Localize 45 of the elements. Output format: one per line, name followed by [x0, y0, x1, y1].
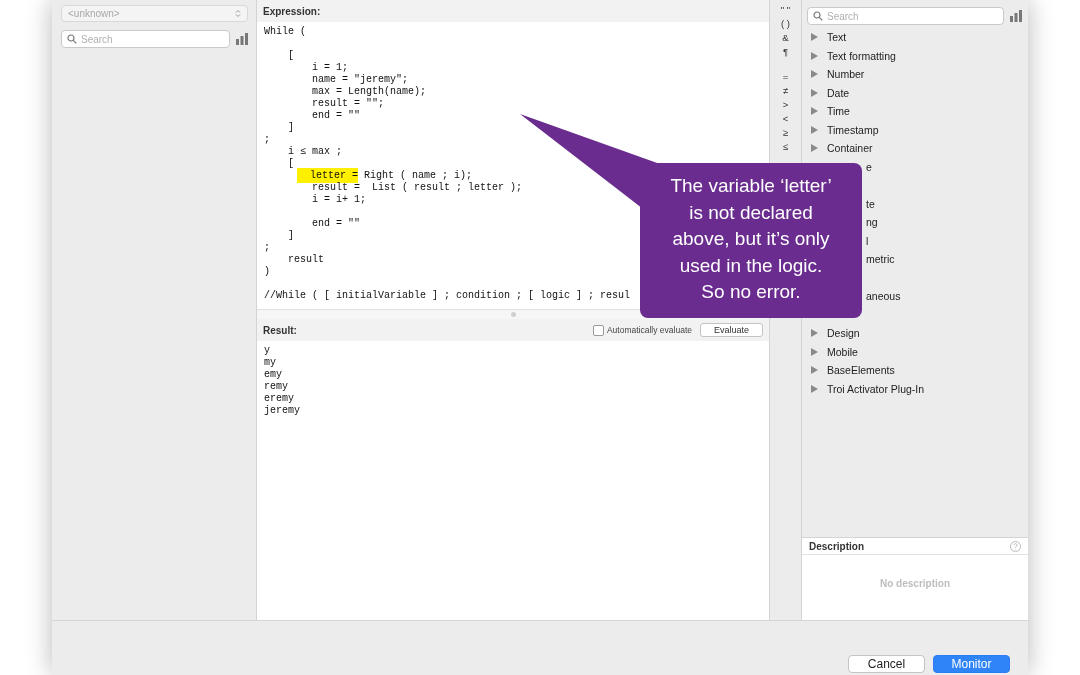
category-label[interactable]: Time: [827, 105, 850, 118]
category-label[interactable]: Troi Activator Plug-In: [827, 382, 925, 395]
disclosure-triangle-icon[interactable]: [811, 144, 818, 153]
evaluate-button[interactable]: Evaluate: [700, 323, 763, 337]
bar-chart-icon[interactable]: [236, 33, 248, 45]
operator-button[interactable]: >: [782, 98, 789, 112]
category-label[interactable]: Number: [827, 68, 865, 81]
category-label[interactable]: l: [866, 234, 869, 247]
category-label[interactable]: BaseElements: [827, 364, 895, 377]
category-label[interactable]: aneous: [866, 290, 901, 303]
operator-button[interactable]: ≠: [782, 84, 789, 98]
category-label[interactable]: e: [866, 160, 872, 173]
category-label[interactable]: Design: [827, 327, 860, 340]
result-heading: Result:: [263, 324, 297, 336]
primary-button[interactable]: Monitor: [933, 655, 1010, 673]
operator-button[interactable]: =: [782, 70, 789, 84]
category-label[interactable]: Timestamp: [827, 123, 879, 136]
category-label[interactable]: Text: [827, 31, 847, 44]
callout-tooltip: The variable ‘letter’ is not declared above, but it’s only used in the logic. So no error.: [640, 163, 862, 318]
empty-description: No description: [880, 578, 950, 589]
auto-evaluate-checkbox[interactable]: Automatically evaluate: [592, 324, 692, 336]
operator-button[interactable]: ¶: [782, 45, 789, 59]
help-icon[interactable]: [1010, 540, 1021, 552]
category-label[interactable]: Mobile: [827, 345, 858, 358]
operator-button[interactable]: ≥: [782, 126, 789, 140]
result-output: y my emy remy eremy jeremy: [257, 341, 769, 620]
operator-button[interactable]: <: [782, 112, 789, 126]
category-label[interactable]: Text formatting: [827, 49, 896, 62]
search-icon: [67, 34, 77, 44]
category-label[interactable]: te: [866, 197, 875, 210]
category-label[interactable]: Date: [827, 86, 850, 99]
operator-button[interactable]: " ": [780, 3, 791, 17]
operator-button[interactable]: ≤: [782, 140, 789, 154]
category-label[interactable]: metric: [866, 253, 895, 266]
bar-chart-icon[interactable]: [1010, 10, 1022, 22]
chevron-icon: [235, 9, 241, 18]
category-label[interactable]: ng: [866, 216, 878, 229]
operator-button[interactable]: ( ): [781, 17, 790, 31]
description-heading: Description: [809, 540, 864, 552]
cancel-button[interactable]: Cancel: [848, 655, 925, 673]
expression-heading: Expression:: [263, 5, 321, 17]
operator-button[interactable]: &: [782, 31, 789, 45]
search-icon: [813, 11, 823, 21]
category-label[interactable]: Container: [827, 142, 873, 155]
splitter-handle[interactable]: [510, 312, 516, 317]
